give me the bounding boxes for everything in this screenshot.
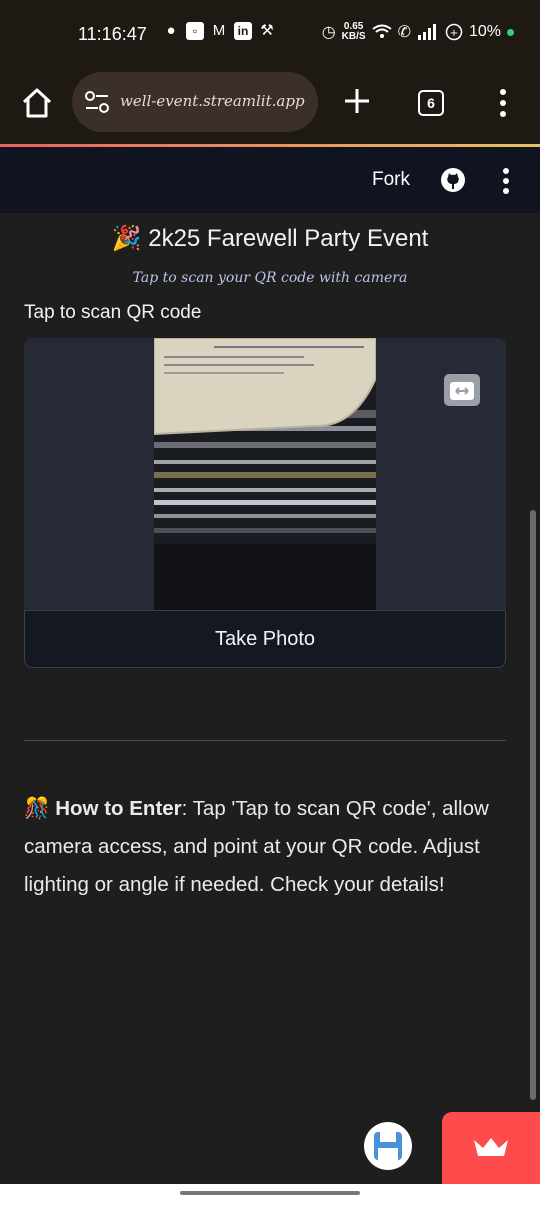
battery-percent: 10% <box>468 23 501 40</box>
divider <box>24 740 506 741</box>
camera-input-label: Tap to scan QR code <box>24 302 202 323</box>
home-icon[interactable] <box>20 86 54 120</box>
party-popper-icon: 🎉 <box>111 225 142 252</box>
page-subtitle: Tap to scan your QR code with camera <box>132 270 408 286</box>
app-icon: ▫ <box>186 22 204 40</box>
site-settings-icon[interactable] <box>84 90 110 114</box>
save-icon <box>374 1132 402 1160</box>
system-nav-bar <box>0 1184 540 1206</box>
camera-input[interactable] <box>24 338 506 610</box>
crown-icon <box>474 1138 508 1156</box>
svg-text:+: + <box>450 28 458 39</box>
battery-icon: + <box>445 23 463 41</box>
address-bar[interactable]: well-event.streamlit.app <box>72 72 318 132</box>
status-bar: 11:16:47 ● ▫ M in ⚒ ◷ 0.65 KB/S ✆ + 10% <box>0 0 540 68</box>
wifi-icon <box>371 24 392 38</box>
take-photo-button[interactable]: Take Photo <box>24 610 506 668</box>
active-dot <box>507 28 514 36</box>
github-icon[interactable] <box>440 167 466 193</box>
gmail-icon: M <box>212 22 226 39</box>
linkedin-icon: in <box>234 22 252 40</box>
wrench-icon: ⚒ <box>260 22 274 39</box>
system-icons: ◷ 0.65 KB/S ✆ + 10% <box>322 22 514 42</box>
switch-camera-icon <box>450 382 474 400</box>
gesture-handle[interactable] <box>180 1191 360 1195</box>
notification-icons: ● ▫ M in ⚒ <box>162 22 276 40</box>
new-tab-icon[interactable] <box>343 87 371 115</box>
browser-menu-icon[interactable] <box>494 88 512 118</box>
alarm-icon: ◷ <box>321 24 336 41</box>
browser-toolbar: well-event.streamlit.app 6 <box>0 68 540 144</box>
page-title: 🎉 2k25 Farewell Party Event <box>111 225 429 252</box>
status-time: 11:16:47 <box>78 24 147 44</box>
net-speed: 0.65 KB/S <box>341 21 366 42</box>
tab-switcher-button[interactable]: 6 <box>418 90 444 116</box>
wifi-calling-icon: ✆ <box>397 24 411 41</box>
scrollbar[interactable] <box>530 510 536 1100</box>
app-header: Fork <box>0 147 540 213</box>
url-text[interactable]: well-event.streamlit.app <box>120 92 310 110</box>
instructions-text: 🎊 How to Enter: Tap 'Tap to scan QR code… <box>24 790 514 904</box>
confetti-icon: 🎊 <box>24 797 50 820</box>
signal-icon <box>417 24 436 40</box>
fork-button[interactable]: Fork <box>372 169 410 191</box>
snapchat-icon: ● <box>166 22 176 39</box>
streamlit-badge-button[interactable] <box>442 1112 540 1184</box>
camera-preview <box>154 338 376 610</box>
switch-camera-button[interactable] <box>444 374 480 406</box>
instructions-heading: How to Enter <box>55 797 182 820</box>
app-menu-icon[interactable] <box>498 167 514 195</box>
save-app-button[interactable] <box>364 1122 412 1170</box>
